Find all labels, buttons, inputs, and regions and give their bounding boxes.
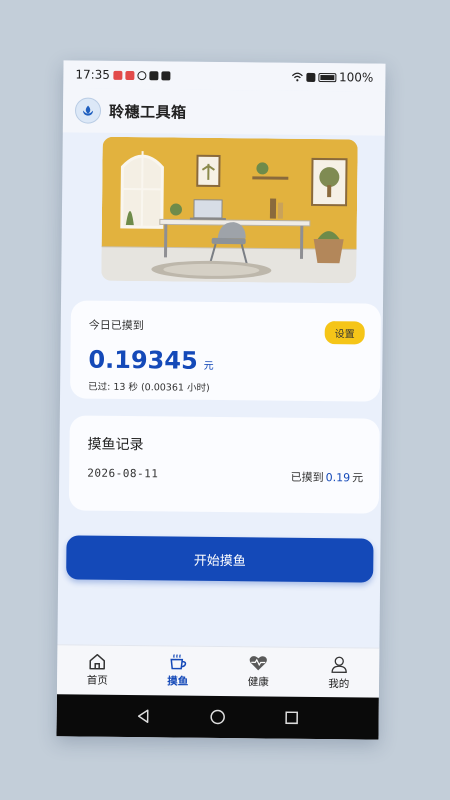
record-date: 2026-08-11 <box>87 466 159 481</box>
today-amount: 0.19345 <box>88 345 198 375</box>
user-icon <box>331 656 347 673</box>
leaf-logo-icon <box>74 97 102 124</box>
phone-screen: 17:35 100% 聆穗工具箱 今日已摸到 设置 0.19345 元 已过: … <box>56 60 386 740</box>
amount-row: 0.19345 元 <box>88 346 214 375</box>
record-amount-row: 已摸到 0.19 元 <box>291 469 364 486</box>
record-title: 摸鱼记录 <box>87 436 144 454</box>
tab-label: 健康 <box>247 676 269 689</box>
tab-profile[interactable]: 我的 <box>298 648 379 698</box>
tab-fishing[interactable]: 摸鱼 <box>137 646 218 696</box>
status-bar: 17:35 100% <box>63 60 386 92</box>
tab-label: 摸鱼 <box>167 675 189 688</box>
home-icon <box>89 653 106 670</box>
heart-icon <box>249 656 268 671</box>
elapsed-time: 已过: 13 秒 (0.00361 小时) <box>88 381 210 394</box>
tab-home[interactable]: 首页 <box>57 645 138 695</box>
back-icon[interactable] <box>136 709 150 723</box>
status-time: 17:35 <box>75 67 111 82</box>
tiktok-icon <box>160 70 171 80</box>
battery-icon <box>318 72 337 82</box>
recents-icon[interactable] <box>285 711 299 725</box>
notification-icon <box>124 70 135 80</box>
today-earnings-card: 今日已摸到 设置 0.19345 元 已过: 13 秒 (0.00361 小时) <box>70 300 382 402</box>
office-illustration <box>101 136 358 284</box>
tab-health[interactable]: 健康 <box>218 647 299 697</box>
today-label: 今日已摸到 <box>88 318 144 333</box>
wifi-icon <box>291 72 303 82</box>
home-nav-icon[interactable] <box>210 709 226 725</box>
currency-unit: 元 <box>203 360 214 372</box>
app-title: 聆穗工具箱 <box>108 102 187 122</box>
tab-label: 首页 <box>86 674 108 687</box>
record-prefix: 已摸到 <box>290 470 324 485</box>
notification-icon <box>136 70 147 80</box>
bottom-tab-bar: 首页 摸鱼 健康 我的 <box>56 644 380 698</box>
tab-label: 我的 <box>328 677 350 690</box>
record-amount: 0.19 <box>325 471 351 485</box>
system-nav-bar <box>56 694 379 740</box>
notification-icon <box>112 70 123 80</box>
sim-icon <box>306 72 316 82</box>
app-bar: 聆穗工具箱 <box>62 88 386 136</box>
tiktok-icon <box>148 70 159 80</box>
record-card: 摸鱼记录 2026-08-11 已摸到 0.19 元 <box>68 415 380 514</box>
battery-percent: 100% <box>339 70 374 85</box>
coffee-cup-icon <box>170 654 186 670</box>
settings-button[interactable]: 设置 <box>324 321 365 345</box>
record-unit: 元 <box>352 471 364 485</box>
start-button[interactable]: 开始摸鱼 <box>66 535 374 583</box>
